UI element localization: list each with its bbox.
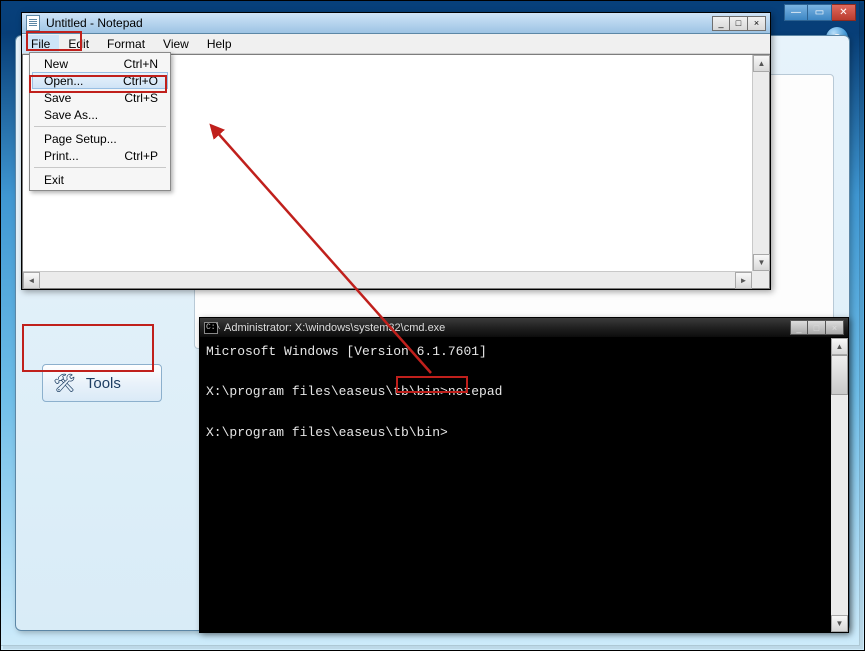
cmd-title: Administrator: X:\windows\system32\cmd.e… <box>224 322 445 334</box>
file-menu-page-setup[interactable]: Page Setup... <box>32 130 168 147</box>
notepad-titlebar[interactable]: Untitled - Notepad _ □ × <box>22 13 770 34</box>
menu-label: New <box>44 57 68 71</box>
desktop-background: — ▭ ✕ ? 👥 Windows shell command 🖥 Device… <box>0 0 865 651</box>
notepad-minimize-button[interactable]: _ <box>712 16 730 31</box>
tools-button[interactable]: 🛠 Tools <box>42 364 162 402</box>
file-menu-save-as[interactable]: Save As... <box>32 106 168 123</box>
tools-icon: 🛠 <box>53 373 76 394</box>
cmd-icon: C:\ <box>204 322 218 334</box>
scroll-up-icon[interactable]: ▲ <box>753 55 770 72</box>
menu-label: Save As... <box>44 108 98 122</box>
menu-label: Open... <box>44 74 83 88</box>
cmd-titlebar[interactable]: C:\ Administrator: X:\windows\system32\c… <box>200 318 848 338</box>
scroll-up-icon[interactable]: ▲ <box>831 338 848 355</box>
file-menu-exit[interactable]: Exit <box>32 171 168 188</box>
file-menu-dropdown: New Ctrl+N Open... Ctrl+O Save Ctrl+S Sa… <box>29 52 171 191</box>
scroll-down-icon[interactable]: ▼ <box>831 615 848 632</box>
menu-label: Print... <box>44 149 79 163</box>
menu-shortcut: Ctrl+O <box>123 74 158 88</box>
cmd-line: X:\program files\easeus\tb\bin>notepad <box>206 384 502 399</box>
notepad-icon <box>26 15 40 31</box>
cmd-body[interactable]: Microsoft Windows [Version 6.1.7601] X:\… <box>200 338 848 447</box>
bg-window-controls: — ▭ ✕ <box>784 4 856 21</box>
scroll-corner <box>752 271 769 288</box>
file-menu-open[interactable]: Open... Ctrl+O <box>32 72 168 89</box>
file-menu-new[interactable]: New Ctrl+N <box>32 55 168 72</box>
menu-shortcut: Ctrl+N <box>124 57 158 71</box>
menu-file[interactable]: File <box>22 35 59 53</box>
cmd-line: X:\program files\easeus\tb\bin> <box>206 425 448 440</box>
menu-separator <box>34 167 166 168</box>
bg-minimize-button[interactable]: — <box>784 4 808 21</box>
cmd-maximize-button[interactable]: □ <box>808 320 826 335</box>
notepad-scrollbar-horizontal[interactable]: ◄ ► <box>23 271 752 288</box>
bg-close-button[interactable]: ✕ <box>832 4 856 21</box>
tools-label: Tools <box>86 375 121 392</box>
notepad-close-button[interactable]: × <box>748 16 766 31</box>
notepad-controls: _ □ × <box>712 16 766 31</box>
menu-edit[interactable]: Edit <box>59 35 98 53</box>
menu-view[interactable]: View <box>154 35 198 53</box>
cmd-controls: _ □ × <box>790 320 844 335</box>
scroll-down-icon[interactable]: ▼ <box>753 254 770 271</box>
cmd-line: Microsoft Windows [Version 6.1.7601] <box>206 344 487 359</box>
bg-maximize-button[interactable]: ▭ <box>808 4 832 21</box>
cmd-window: C:\ Administrator: X:\windows\system32\c… <box>199 317 849 633</box>
notepad-maximize-button[interactable]: □ <box>730 16 748 31</box>
scroll-right-icon[interactable]: ► <box>735 272 752 289</box>
menu-label: Page Setup... <box>44 132 117 146</box>
menu-shortcut: Ctrl+P <box>124 149 158 163</box>
file-menu-save[interactable]: Save Ctrl+S <box>32 89 168 106</box>
scroll-thumb[interactable] <box>831 355 848 395</box>
menu-shortcut: Ctrl+S <box>124 91 158 105</box>
cmd-minimize-button[interactable]: _ <box>790 320 808 335</box>
file-menu-print[interactable]: Print... Ctrl+P <box>32 147 168 164</box>
notepad-scrollbar-vertical[interactable]: ▲ ▼ <box>752 55 769 271</box>
menu-label: Exit <box>44 173 64 187</box>
notepad-menubar: File Edit Format View Help <box>22 34 770 54</box>
cmd-scrollbar-vertical[interactable]: ▲ ▼ <box>831 338 848 632</box>
notepad-title: Untitled - Notepad <box>46 16 143 30</box>
menu-help[interactable]: Help <box>198 35 241 53</box>
menu-label: Save <box>44 91 71 105</box>
menu-format[interactable]: Format <box>98 35 154 53</box>
cmd-close-button[interactable]: × <box>826 320 844 335</box>
scroll-left-icon[interactable]: ◄ <box>23 272 40 289</box>
menu-separator <box>34 126 166 127</box>
